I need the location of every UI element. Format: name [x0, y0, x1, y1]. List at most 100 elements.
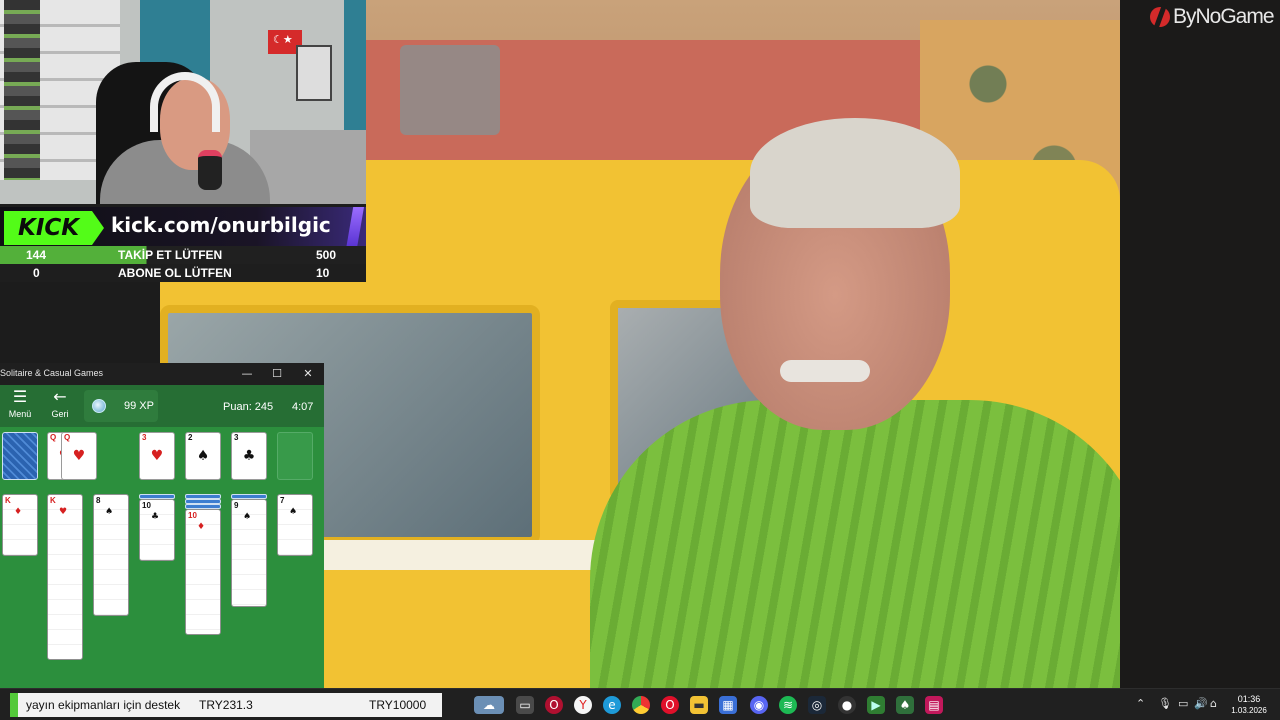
- sub-goal: 10: [316, 266, 330, 280]
- foundation-card[interactable]: 2 ♠: [185, 432, 221, 480]
- chrome-icon[interactable]: [632, 696, 650, 714]
- task-view-icon[interactable]: ▭: [516, 696, 534, 714]
- kick-logo: KICK: [4, 211, 104, 245]
- solitaire-app-icon[interactable]: ♠: [896, 696, 914, 714]
- card-suit: ♥: [72, 448, 86, 464]
- card-rank: 8: [96, 496, 101, 505]
- tableau-column-7[interactable]: 7 ♠: [277, 494, 313, 556]
- close-button[interactable]: ✕: [293, 365, 323, 383]
- waste-card[interactable]: Q ♥: [61, 432, 97, 480]
- card-rank: 10: [142, 501, 151, 510]
- bynogame-logo: ByNoGame: [1150, 5, 1275, 29]
- tableau-column-1[interactable]: K ♦: [2, 494, 38, 556]
- card-rank: 10: [188, 511, 197, 520]
- follow-count: 144: [26, 248, 47, 262]
- follow-goal: 500: [316, 248, 337, 262]
- solitaire-toolbar: ☰ Menü ← Geri 99 XP Puan: 245 4:07: [0, 385, 324, 427]
- card-rank: 2: [188, 433, 193, 442]
- tableau-column-4[interactable]: 10 ♣: [139, 499, 175, 561]
- card-rank: K: [5, 496, 11, 505]
- curtain: [344, 0, 366, 150]
- volume-icon[interactable]: 🔊: [1194, 697, 1208, 710]
- chevron-up-icon[interactable]: ⌃: [1136, 697, 1145, 710]
- books: [4, 0, 40, 180]
- hamburger-icon: ☰: [12, 387, 28, 406]
- opera-icon[interactable]: O: [661, 696, 679, 714]
- donation-amount: TRY10000: [369, 698, 427, 712]
- steam-icon[interactable]: ◎: [808, 696, 826, 714]
- back-button[interactable]: ← Geri: [40, 385, 80, 427]
- card-rank: K: [50, 496, 56, 505]
- tableau-column-3[interactable]: 8 ♠: [93, 494, 129, 616]
- clock-date: 1.03.2026: [1231, 706, 1267, 715]
- discord-icon[interactable]: ◉: [750, 696, 768, 714]
- card-rank: 3: [142, 433, 147, 442]
- opera-gx-icon[interactable]: O: [545, 696, 563, 714]
- card-suit: ♥: [150, 448, 164, 464]
- card-suit: ♠: [242, 512, 256, 522]
- clock-time: 01:36: [1237, 694, 1261, 704]
- card-suit: ♣: [150, 512, 164, 522]
- microphone-icon[interactable]: 🎙: [1158, 697, 1172, 710]
- card-suit: ♥: [58, 507, 72, 517]
- weather-icon[interactable]: ☁: [474, 696, 504, 714]
- timer: 4:07: [292, 401, 314, 413]
- bynogame-logo-text: ByNoGame: [1173, 5, 1275, 28]
- sub-goal-row: 0 ABONE OL LÜTFEN 10: [0, 264, 366, 282]
- xp-value: 99 XP: [124, 400, 154, 412]
- spotify-icon[interactable]: ≋: [779, 696, 797, 714]
- tableau-column-2[interactable]: K ♥: [47, 494, 83, 660]
- card-rank: 3: [234, 433, 239, 442]
- menu-label: Menü: [8, 409, 32, 419]
- kick-logo-text: KICK: [18, 215, 80, 241]
- obs-icon[interactable]: ●: [838, 696, 856, 714]
- solitaire-titlebar[interactable]: Solitaire & Casual Games — ☐ ✕: [0, 363, 324, 385]
- foundation-card[interactable]: 3 ♣: [231, 432, 267, 480]
- tableau-column-6[interactable]: 9 ♠: [231, 499, 267, 607]
- xp-globe-icon: [92, 399, 106, 413]
- desktop-stage: ByNoGame KICK kick.com/onurbilgic 144 TA…: [0, 0, 1280, 720]
- poster: [296, 45, 332, 101]
- card-rank: Q: [64, 433, 71, 442]
- edge-icon[interactable]: e: [603, 696, 621, 714]
- maximize-button[interactable]: ☐: [262, 365, 292, 383]
- score: Puan: 245: [223, 401, 274, 413]
- donation-accent: [10, 693, 18, 717]
- sub-label: ABONE OL LÜTFEN: [118, 266, 232, 280]
- right-panel: [1120, 0, 1280, 688]
- microphone: [198, 150, 222, 190]
- sub-count: 0: [33, 266, 40, 280]
- taskbar: yayın ekipmanları için destek TRY231.3 T…: [0, 688, 1280, 720]
- xp-badge[interactable]: 99 XP: [84, 390, 158, 422]
- back-label: Geri: [51, 409, 69, 419]
- tableau-column-5[interactable]: 10 ♦: [185, 509, 221, 635]
- menu-button[interactable]: ☰ Menü: [0, 385, 40, 427]
- card-suit: ♠: [288, 507, 302, 517]
- card-rank: Q: [50, 433, 57, 442]
- card-rank: 9: [234, 501, 239, 510]
- terminal-icon[interactable]: ▶: [867, 696, 885, 714]
- window-title: Solitaire & Casual Games: [0, 368, 104, 378]
- webcam-feed: [0, 0, 366, 208]
- foundation-card[interactable]: 3 ♥: [139, 432, 175, 480]
- kick-banner: KICK kick.com/onurbilgic: [0, 204, 366, 249]
- card-suit: ♦: [13, 507, 27, 517]
- minimize-button[interactable]: —: [232, 365, 262, 383]
- store-icon[interactable]: ▦: [719, 696, 737, 714]
- follow-label: TAKİP ET LÜTFEN: [118, 248, 223, 262]
- network-icon[interactable]: ⌂: [1210, 697, 1217, 710]
- donation-amount: TRY231.3: [199, 698, 253, 712]
- solitaire-window: Solitaire & Casual Games — ☐ ✕ ☰ Menü ← …: [0, 363, 324, 688]
- man-green-shirt: [590, 400, 1120, 688]
- stock-pile[interactable]: [2, 432, 38, 480]
- van-roof-rack: [400, 45, 500, 135]
- kick-accent: [346, 207, 364, 249]
- monitor-icon[interactable]: ▭: [1178, 697, 1188, 710]
- bynogame-logo-icon: [1150, 7, 1170, 27]
- sheets-icon[interactable]: ▤: [925, 696, 943, 714]
- yandex-icon[interactable]: Y: [574, 696, 592, 714]
- donation-message: yayın ekipmanları için destek: [26, 698, 181, 712]
- folder-icon[interactable]: ▬: [690, 696, 708, 714]
- empty-foundation-slot[interactable]: [277, 432, 313, 480]
- system-clock[interactable]: 01:36 1.03.2026: [1226, 693, 1272, 717]
